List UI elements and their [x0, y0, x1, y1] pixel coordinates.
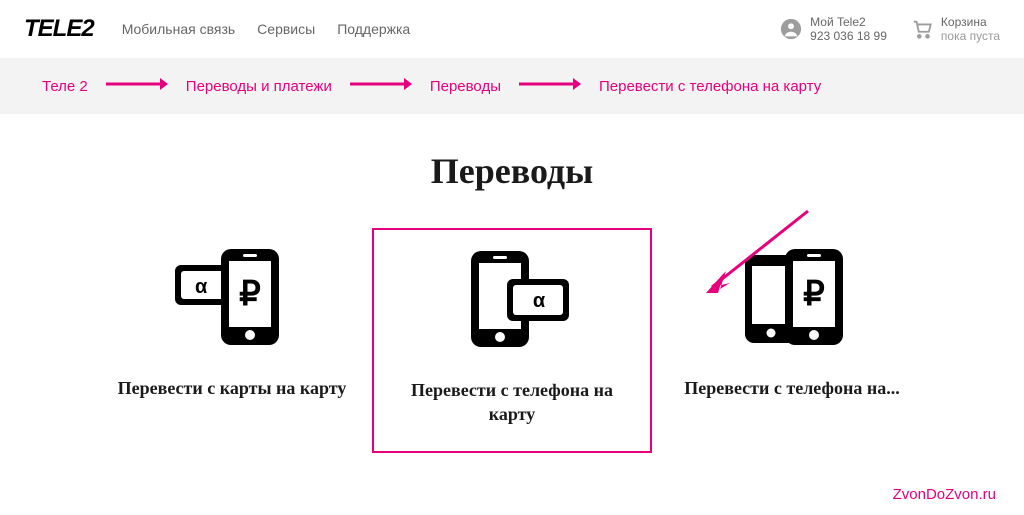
page-title: Переводы [0, 150, 1024, 192]
phone-to-phone-icon: ₽ [672, 238, 912, 358]
account-phone: 923 036 18 99 [810, 29, 887, 43]
phone-to-card-icon: α [394, 240, 630, 360]
svg-text:₽: ₽ [803, 275, 825, 313]
user-icon [780, 18, 802, 40]
card-label: Перевести с телефона на... [672, 376, 912, 400]
header: TELE2 Мобильная связь Сервисы Поддержка … [0, 0, 1024, 58]
watermark: ZvonDoZvon.ru [893, 486, 996, 503]
svg-text:₽: ₽ [239, 275, 261, 313]
breadcrumb-item-2[interactable]: Переводы [430, 78, 501, 95]
cart-title: Корзина [941, 15, 1000, 29]
card-label: Перевести с телефона на карту [394, 378, 630, 427]
card-phone-to-phone[interactable]: ₽ Перевести с телефона на... [652, 228, 932, 453]
cart-link[interactable]: Корзина пока пуста [911, 15, 1000, 44]
card-phone-to-card[interactable]: α Перевести с телефона на карту [372, 228, 652, 453]
account-title: Мой Tele2 [810, 15, 887, 29]
svg-text:α: α [533, 290, 546, 312]
nav-item-mobile[interactable]: Мобильная связь [122, 21, 235, 37]
account-link[interactable]: Мой Tele2 923 036 18 99 [780, 15, 887, 44]
breadcrumb-item-1[interactable]: Переводы и платежи [186, 78, 332, 95]
card-to-card-icon: α ₽ [112, 238, 352, 358]
breadcrumb: Теле 2 Переводы и платежи Переводы Перев… [0, 58, 1024, 114]
cart-icon [911, 18, 933, 40]
breadcrumb-item-0[interactable]: Теле 2 [42, 78, 88, 95]
cart-status: пока пуста [941, 29, 1000, 43]
logo[interactable]: TELE2 [24, 15, 94, 43]
transfer-cards: α ₽ Перевести с карты на карту [0, 228, 1024, 453]
svg-text:α: α [195, 276, 208, 298]
nav: Мобильная связь Сервисы Поддержка [122, 21, 411, 37]
nav-item-services[interactable]: Сервисы [257, 21, 315, 37]
breadcrumb-item-3[interactable]: Перевести с телефона на карту [599, 78, 821, 95]
header-right: Мой Tele2 923 036 18 99 Корзина пока пус… [780, 15, 1000, 44]
card-card-to-card[interactable]: α ₽ Перевести с карты на карту [92, 228, 372, 453]
arrow-right-icon [519, 77, 581, 96]
card-label: Перевести с карты на карту [112, 376, 352, 400]
arrow-right-icon [350, 77, 412, 96]
arrow-right-icon [106, 77, 168, 96]
nav-item-support[interactable]: Поддержка [337, 21, 410, 37]
